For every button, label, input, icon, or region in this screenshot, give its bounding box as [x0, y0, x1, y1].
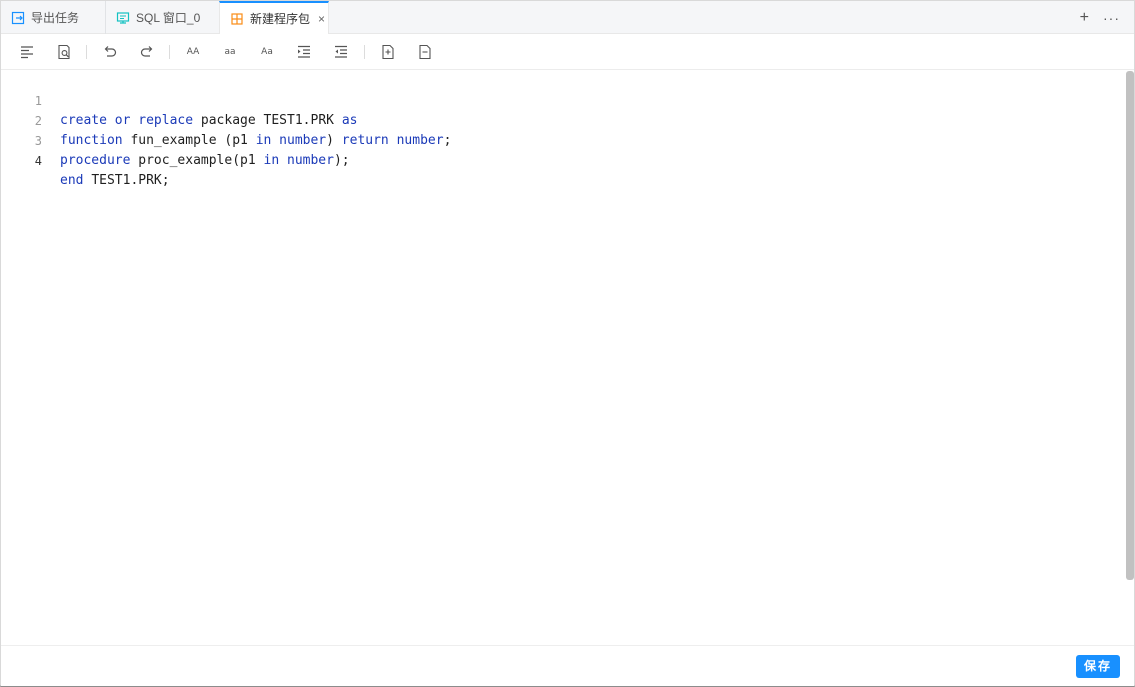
toolbar-divider — [169, 45, 170, 59]
more-icon[interactable]: ··· — [1103, 11, 1120, 25]
package-icon — [230, 12, 244, 26]
toolbar-divider — [364, 45, 365, 59]
sql-keyword: end — [60, 173, 84, 188]
vertical-scrollbar[interactable] — [1126, 71, 1134, 580]
code-line: 3 procedure proc_example(p1 in number); — [1, 111, 1121, 168]
comment-icon[interactable] — [379, 43, 397, 61]
code-token: ; — [341, 153, 350, 168]
find-icon[interactable] — [55, 43, 73, 61]
sql-keyword: procedure — [60, 153, 131, 168]
outdent-icon[interactable] — [332, 43, 350, 61]
code-line: 1 create or replace package TEST1.PRK as — [1, 71, 1121, 128]
tab-sql-window[interactable]: SQL 窗口_0 — [105, 1, 219, 34]
code-line: 4 end TEST1.PRK; — [1, 131, 1121, 188]
format-icon[interactable] — [18, 43, 36, 61]
tab-export-task[interactable]: 导出任务 — [1, 1, 105, 34]
tab-bar: 导出任务 SQL 窗口_0 新建程序包 × + ··· — [1, 1, 1134, 34]
sql-keyword: in — [263, 153, 280, 168]
editor-window: 导出任务 SQL 窗口_0 新建程序包 × + ··· AA aa Aa 1 c… — [0, 0, 1135, 687]
line-code: procedure proc_example(p1 in number); — [60, 151, 350, 171]
code-editor[interactable]: 1 create or replace package TEST1.PRK as… — [1, 71, 1134, 645]
redo-icon[interactable] — [138, 43, 156, 61]
sql-keyword: number — [287, 153, 334, 168]
code-token: ) — [333, 153, 342, 168]
tab-label: 新建程序包 — [250, 12, 311, 26]
capitalize-icon[interactable]: Aa — [258, 43, 276, 61]
code-line: 2 function fun_example (p1 in number) re… — [1, 91, 1121, 148]
sql-window-icon — [116, 11, 130, 25]
tab-label: SQL 窗口_0 — [136, 11, 201, 25]
uncomment-icon[interactable] — [416, 43, 434, 61]
line-code: end TEST1.PRK; — [60, 171, 170, 191]
code-token: ; — [161, 173, 170, 188]
code-token: proc_example — [138, 153, 233, 168]
save-button[interactable]: 保存 — [1076, 655, 1120, 678]
export-icon — [11, 11, 25, 25]
uppercase-icon[interactable]: AA — [184, 43, 202, 61]
editor-footer: 保存 — [1, 645, 1134, 686]
undo-icon[interactable] — [101, 43, 119, 61]
lowercase-icon[interactable]: aa — [221, 43, 239, 61]
add-tab-button[interactable]: + — [1080, 9, 1089, 26]
toolbar-divider — [86, 45, 87, 59]
close-icon[interactable]: × — [318, 12, 325, 26]
editor-toolbar: AA aa Aa — [1, 34, 1134, 70]
tab-actions: + ··· — [1080, 1, 1120, 34]
indent-icon[interactable] — [295, 43, 313, 61]
tab-label: 导出任务 — [31, 11, 80, 25]
code-token: ( — [232, 153, 241, 168]
code-token: p1 — [240, 153, 256, 168]
line-number: 4 — [34, 154, 42, 168]
code-token: TEST1.PRK — [91, 173, 162, 188]
tab-new-package[interactable]: 新建程序包 × — [219, 1, 329, 34]
